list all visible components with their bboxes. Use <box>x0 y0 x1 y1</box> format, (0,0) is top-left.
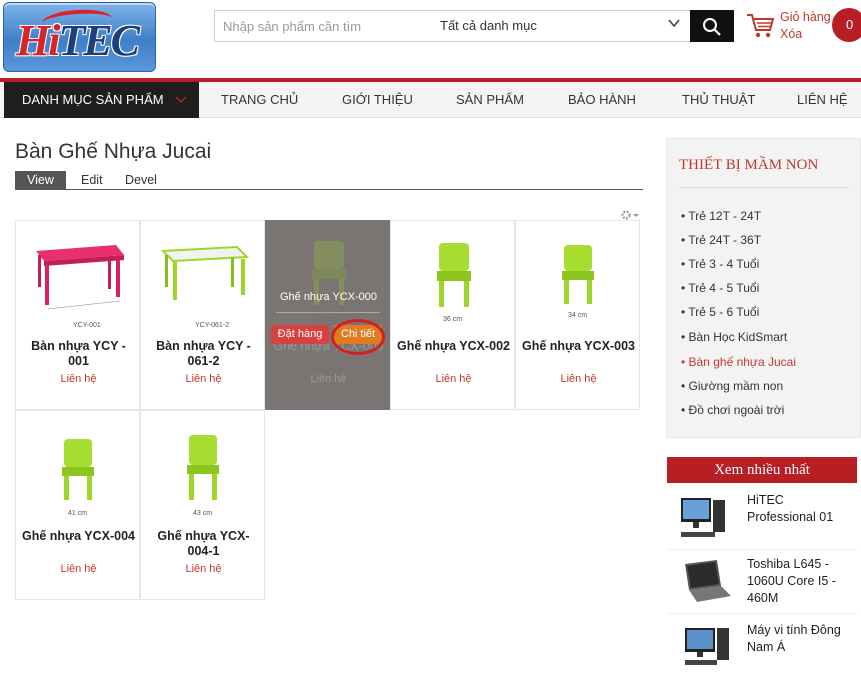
sidebar-item[interactable]: • Đồ chơi ngoài trời <box>681 403 784 417</box>
product-card[interactable]: 36 cm Ghế nhựa YCX-002 Liên hệ <box>390 220 515 410</box>
svg-text:YCY-001: YCY-001 <box>73 322 101 329</box>
category-sidebar: THIẾT BỊ MẦM NON • Trẻ 12T - 24T • Trẻ 2… <box>666 138 861 438</box>
search-bar: Tất cả danh mục <box>214 10 734 42</box>
product-size: 36 cm <box>443 316 462 323</box>
product-name[interactable]: Bàn nhựa YCY - 001 <box>20 339 137 369</box>
tab-view[interactable]: View <box>15 171 66 189</box>
product-price: Liên hệ <box>185 373 222 385</box>
product-price: Liên hệ <box>560 373 597 385</box>
product-card[interactable]: 41 cm Ghế nhựa YCX-004 Liên hệ <box>15 410 140 600</box>
sidebar-item[interactable]: • Trẻ 3 - 4 Tuổi <box>681 257 759 271</box>
nav-item-tips[interactable]: THỦ THUẬT <box>682 82 755 118</box>
product-size: 43 cm <box>193 510 212 517</box>
product-size: 41 cm <box>68 510 87 517</box>
product-image-table: YCY-001 <box>36 245 124 329</box>
product-image-chair: 34 cm <box>562 245 594 319</box>
search-icon <box>703 18 721 36</box>
page-title: Bàn Ghế Nhựa Jucai <box>15 140 212 163</box>
product-card[interactable]: YCY-061-2 Bàn nhựa YCY - 061-2 Liên hệ <box>140 220 265 410</box>
product-name[interactable]: Ghế nhựa YCX-003 <box>520 339 637 354</box>
product-card[interactable]: YCY-001 Bàn nhựa YCY - 001 Liên hệ <box>15 220 140 410</box>
sidebar-item[interactable]: • Trẻ 5 - 6 Tuổi <box>681 305 759 319</box>
product-name[interactable]: Bàn nhựa YCY - 061-2 <box>145 339 262 369</box>
svg-text:YCY-061-2: YCY-061-2 <box>195 322 229 329</box>
popular-item-name[interactable]: Toshiba L645 - 1060U Core I5 - 460M <box>747 556 855 607</box>
product-image-chair: 36 cm <box>437 243 471 323</box>
product-size: 34 cm <box>568 312 587 319</box>
sidebar-item[interactable]: • Giường mầm non <box>681 379 783 393</box>
highlight-circle <box>331 319 385 355</box>
product-image-laptop <box>685 560 731 602</box>
product-name[interactable]: Ghế nhựa YCX-004-1 <box>145 529 262 559</box>
product-name[interactable]: Ghế nhựa YCX-004 <box>20 529 137 544</box>
chevron-down-icon[interactable] <box>667 16 681 33</box>
product-price: Liên hệ <box>60 373 97 385</box>
product-price: Liên hệ <box>60 563 97 575</box>
popular-item[interactable]: Toshiba L645 - 1060U Core I5 - 460M <box>667 552 857 614</box>
popular-item[interactable]: Máy vi tính Đông Nam Á <box>667 618 857 680</box>
overlay-divider <box>276 312 380 313</box>
cart-icon[interactable] <box>746 12 776 45</box>
cart-clear-link[interactable]: Xóa <box>780 27 802 41</box>
sidebar-item[interactable]: • Trẻ 4 - 5 Tuổi <box>681 281 759 295</box>
nav-item-about[interactable]: GIỚI THIỆU <box>342 82 413 118</box>
product-size: 25 cm <box>318 316 337 323</box>
product-image-desktop <box>681 498 725 537</box>
nav-item-warranty[interactable]: BẢO HÀNH <box>568 82 636 118</box>
sidebar-item[interactable]: • Trẻ 12T - 24T <box>681 209 761 223</box>
product-card[interactable]: 43 cm Ghế nhựa YCX-004-1 Liên hệ <box>140 410 265 600</box>
tab-edit[interactable]: Edit <box>69 171 115 189</box>
sidebar-divider <box>679 187 849 188</box>
nav-item-contact[interactable]: LIÊN HỆ <box>797 82 848 118</box>
product-card-hovered[interactable]: 25 cm Ghế nhựa YCX-000 Liên hệ Ghế nhựa … <box>265 220 390 410</box>
cart-count-badge: 0 <box>832 8 861 42</box>
sidebar-title: THIẾT BỊ MẦM NON <box>679 157 819 173</box>
category-menu-button[interactable]: DANH MỤC SẢN PHẨM <box>4 82 199 118</box>
hitec-logo[interactable]: HiTEC <box>3 2 156 72</box>
product-price: Liên hệ <box>310 373 347 385</box>
category-menu-label: DANH MỤC SẢN PHẨM <box>22 92 164 107</box>
logo-text: HiTEC <box>16 16 140 65</box>
product-name[interactable]: Ghế nhựa YCX-002 <box>395 339 512 354</box>
main-nav: DANH MỤC SẢN PHẨM TRANG CHỦ GIỚI THIỆU S… <box>0 78 861 118</box>
product-price: Liên hệ <box>435 373 472 385</box>
popular-title: Xem nhiều nhất <box>667 457 857 483</box>
order-button[interactable]: Đặt hàng <box>271 325 329 344</box>
tab-devel[interactable]: Devel <box>113 171 169 189</box>
popular-item[interactable]: HiTEC Professional 01 <box>667 488 857 550</box>
cart-link[interactable]: Giỏ hàng <box>780 10 831 24</box>
sidebar-item[interactable]: • Trẻ 24T - 36T <box>681 233 761 247</box>
product-image-desktop <box>685 628 729 665</box>
product-image-chair: 43 cm <box>187 435 219 517</box>
nav-item-products[interactable]: SẢN PHẨM <box>456 82 524 118</box>
search-button[interactable] <box>690 10 734 42</box>
product-image-table: YCY-061-2 <box>160 245 250 329</box>
sidebar-item[interactable]: • Bàn Học KidSmart <box>681 330 787 344</box>
sidebar-item-active[interactable]: • Bàn ghế nhựa Jucai <box>681 355 796 369</box>
product-image-chair: 41 cm <box>62 439 94 517</box>
search-input[interactable] <box>215 11 430 41</box>
product-price: Liên hệ <box>185 563 222 575</box>
popular-item-name[interactable]: HiTEC Professional 01 <box>747 492 855 526</box>
search-category-select[interactable]: Tất cả danh mục <box>440 11 690 41</box>
chevron-down-icon <box>175 84 187 120</box>
admin-tabs: View Edit Devel <box>15 171 643 190</box>
overlay-title: Ghế nhựa YCX-000 <box>279 291 378 303</box>
nav-item-home[interactable]: TRANG CHỦ <box>221 82 298 118</box>
popular-item-name[interactable]: Máy vi tính Đông Nam Á <box>747 622 855 656</box>
product-card[interactable]: 34 cm Ghế nhựa YCX-003 Liên hệ <box>515 220 640 410</box>
